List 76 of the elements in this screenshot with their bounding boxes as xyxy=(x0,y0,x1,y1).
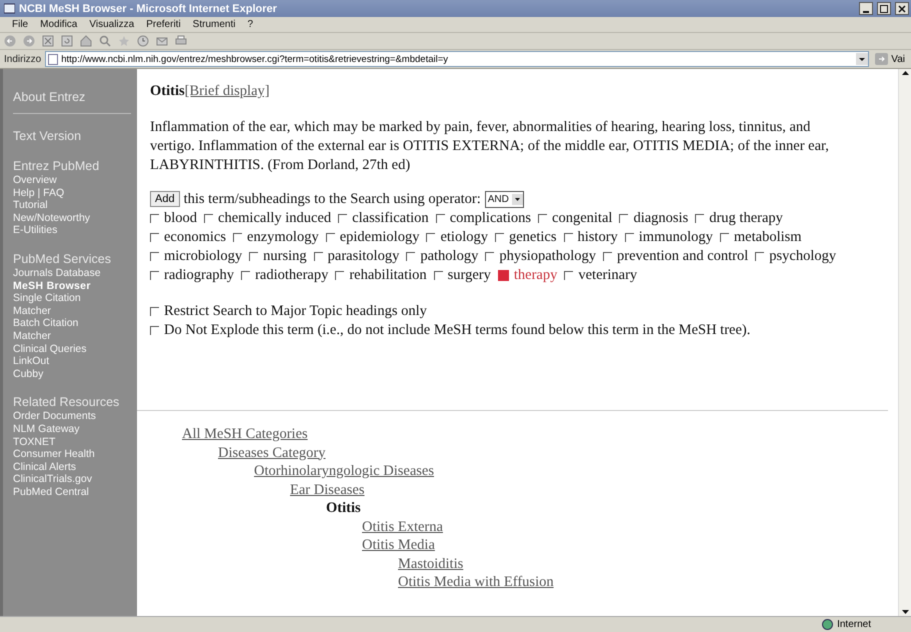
subheading-checkbox[interactable]: economics xyxy=(150,228,226,246)
scroll-down-icon[interactable] xyxy=(900,608,910,616)
tree-link[interactable]: Ear Diseases xyxy=(290,482,364,498)
history-icon[interactable] xyxy=(137,35,149,47)
subheading-checkbox[interactable]: congenital xyxy=(538,209,612,227)
subheading-checkbox[interactable]: epidemiology xyxy=(326,228,420,246)
minimize-icon xyxy=(863,10,869,12)
page-icon xyxy=(48,54,58,64)
subheading-checkbox[interactable]: classification xyxy=(338,209,429,227)
close-icon xyxy=(898,4,906,12)
menu-item[interactable]: Modifica xyxy=(34,19,84,30)
subheading-checkbox[interactable]: physiopathology xyxy=(485,247,596,265)
subheading-checkbox[interactable]: rehabilitation xyxy=(335,266,427,284)
subheading-checkbox[interactable]: nursing xyxy=(249,247,307,265)
menu-item[interactable]: ? xyxy=(241,19,260,30)
subheading-checkbox[interactable]: metabolism xyxy=(720,228,802,246)
subheading-checkbox[interactable]: chemically induced xyxy=(204,209,332,227)
home-icon[interactable] xyxy=(80,35,92,47)
go-button[interactable]: Vai xyxy=(873,53,907,65)
subheading-checkbox[interactable]: genetics xyxy=(494,228,556,246)
current-term: Otitis xyxy=(326,500,361,516)
window-title: NCBI MeSH Browser - Microsoft Internet Explorer xyxy=(19,2,278,14)
subheading-checkbox[interactable]: diagnosis xyxy=(619,209,688,227)
zone-label: Internet xyxy=(837,619,871,630)
subheading-checkbox[interactable]: complications xyxy=(436,209,532,227)
option-checkbox[interactable]: Restrict Search to Major Topic headings only xyxy=(150,302,888,321)
tree-link[interactable]: Diseases Category xyxy=(218,444,326,460)
print-icon[interactable] xyxy=(175,35,187,47)
search-icon[interactable] xyxy=(99,35,111,47)
tree-link[interactable]: Otitis Media xyxy=(362,537,435,553)
maximize-icon xyxy=(880,4,888,12)
menu-item[interactable]: Visualizza xyxy=(83,19,140,30)
subheading-checkbox[interactable]: enzymology xyxy=(233,228,319,246)
subheading-checkbox[interactable]: parasitology xyxy=(314,247,400,265)
tree-link[interactable]: Otitis Externa xyxy=(362,518,443,534)
definition-text: Inflammation of the ear, which may be marked by pain, fever, abnormalities of hearing, hearing loss, tinnitus, and vertigo. Inflammation of the external ear is OTITIS EXTERNA; of the middle ear, OTITIS MEDIA; of the inner ear, LABYRINTHITIS. (From Dorland, 27th ed) xyxy=(150,118,830,175)
globe-icon xyxy=(822,619,834,630)
subheading-checkbox[interactable]: radiography xyxy=(150,266,234,284)
subheading-checkbox[interactable]: prevention and control xyxy=(603,247,748,265)
add-button[interactable]: Add xyxy=(150,191,180,207)
subheading-checkbox[interactable]: blood xyxy=(150,209,198,227)
operator-label: this term/subheadings to the Search using operator: xyxy=(184,190,481,208)
subheading-checkbox[interactable]: radiotherapy xyxy=(241,266,328,284)
subheading-checkbox[interactable]: psychology xyxy=(755,247,836,265)
tree-link[interactable]: Otorhinolaryngologic Diseases xyxy=(254,463,434,479)
menu-item[interactable]: Preferiti xyxy=(140,19,187,30)
scrollbar[interactable] xyxy=(898,69,911,616)
brief-display-link[interactable]: [Brief display] xyxy=(184,83,270,100)
star-icon[interactable] xyxy=(118,35,130,47)
minimize-button[interactable] xyxy=(859,2,873,15)
tree-link[interactable]: All MeSH Categories xyxy=(182,426,308,442)
close-button[interactable] xyxy=(895,2,909,15)
subheading-checkbox[interactable]: drug therapy xyxy=(695,209,783,227)
maximize-button[interactable] xyxy=(877,2,891,15)
subheading-checkbox[interactable]: etiology xyxy=(426,228,488,246)
refresh-icon[interactable] xyxy=(61,35,73,47)
option-checkbox[interactable]: Do Not Explode this term (i.e., do not include MeSH terms found below this term in the MeSH tree). xyxy=(150,321,888,340)
address-field[interactable]: http://www.ncbi.nlm.nih.gov/entrez/meshbrowser.cgi?term=otitis&retrievestring=&mbdetail=y xyxy=(45,51,870,67)
subheading-checkbox[interactable]: veterinary xyxy=(564,266,638,284)
scroll-up-icon[interactable] xyxy=(900,69,910,77)
mail-icon[interactable] xyxy=(156,35,168,47)
subheading-checkbox[interactable]: history xyxy=(564,228,618,246)
menu-item[interactable]: Strumenti xyxy=(186,19,242,30)
stop-icon[interactable] xyxy=(42,35,54,47)
subheading-checkbox[interactable]: immunology xyxy=(624,228,713,246)
term-title: Otitis xyxy=(150,83,185,100)
subheading-checkbox[interactable]: pathology xyxy=(406,247,478,265)
operator-select[interactable]: AND xyxy=(484,190,524,208)
subheading-checkbox[interactable]: microbiology xyxy=(150,247,242,265)
address-label: Indirizzo xyxy=(4,54,42,64)
tree-link[interactable]: Otitis Media with Effusion xyxy=(398,574,554,590)
browser-icon xyxy=(4,3,15,14)
subheading-checkbox[interactable]: surgery xyxy=(434,266,491,284)
tree-link[interactable]: Mastoiditis xyxy=(398,556,464,572)
subheading-checkbox[interactable]: therapy xyxy=(498,266,558,284)
menu-item[interactable]: File xyxy=(6,19,34,30)
